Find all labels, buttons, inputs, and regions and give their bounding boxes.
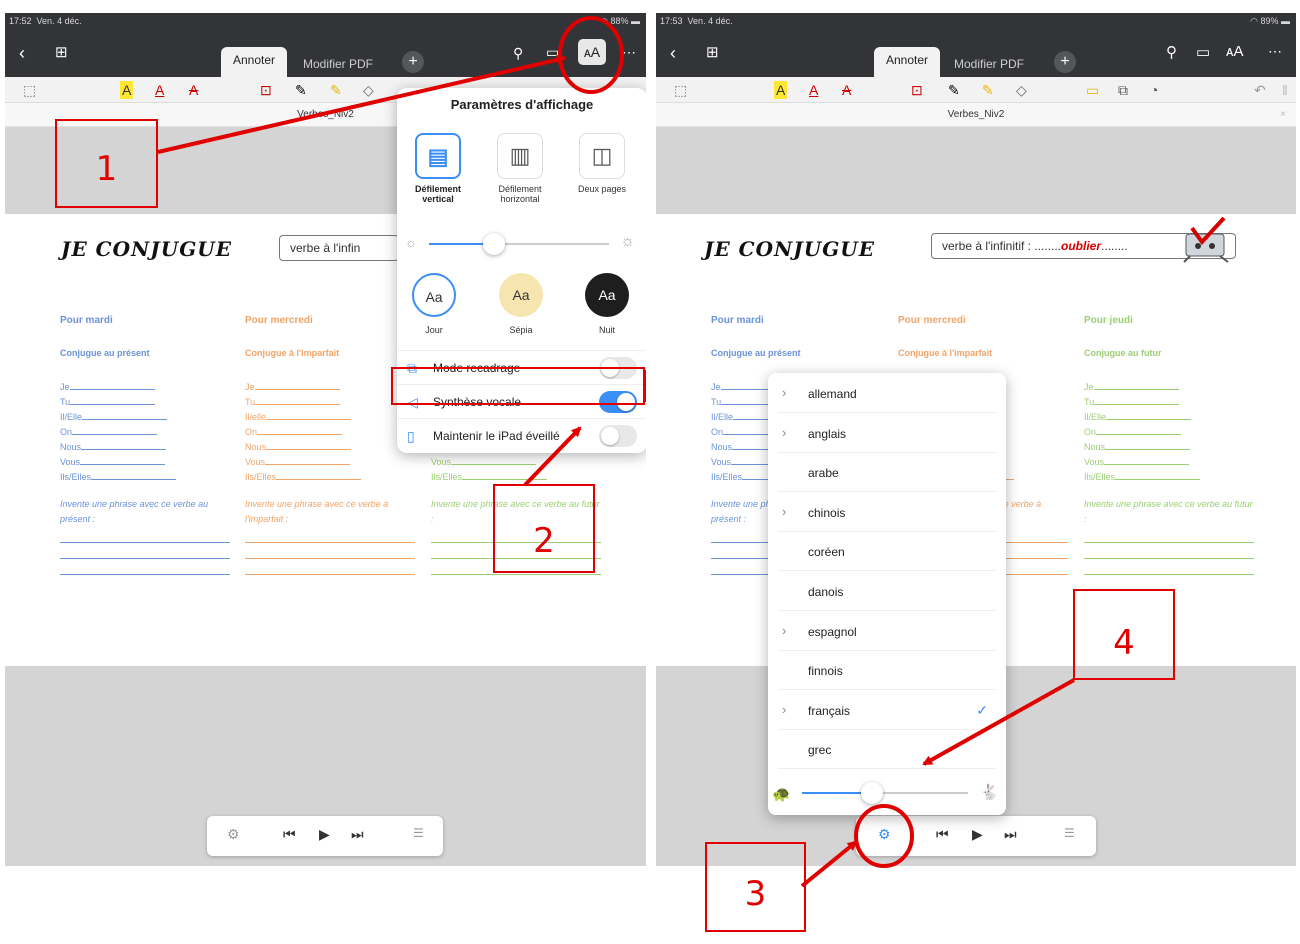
callout-3: 3 [705, 842, 806, 932]
arrow-2 [523, 426, 582, 487]
arrow-1 [157, 54, 567, 154]
callout-2: 2 [493, 484, 595, 573]
highlight-box-speech [391, 367, 645, 405]
arrow-4 [922, 678, 1075, 766]
annotation-overlay [157, 16, 1075, 888]
callout-4: 4 [1073, 589, 1175, 680]
callout-1: 1 [55, 119, 158, 208]
highlight-circle-gear [854, 804, 914, 868]
highlight-circle-text-size [558, 16, 624, 94]
arrow-3 [800, 840, 858, 888]
